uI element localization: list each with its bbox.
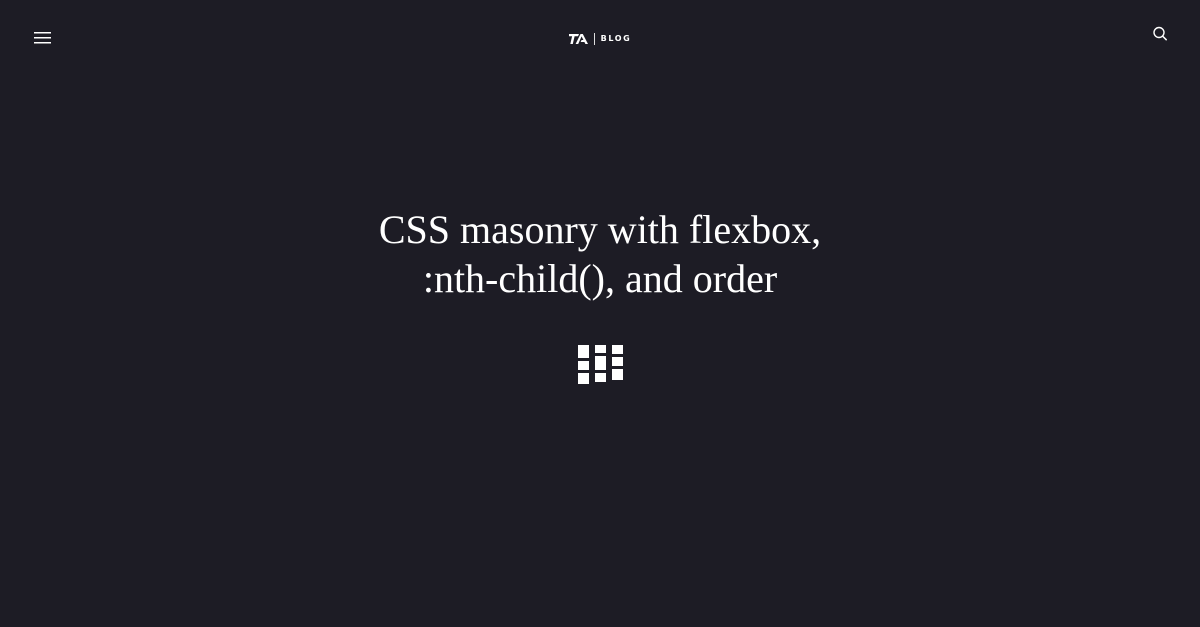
brand-divider: [593, 33, 595, 45]
ta-logo-icon: [568, 34, 588, 44]
search-icon: [1153, 26, 1167, 41]
masonry-grid-icon: [578, 345, 624, 385]
post-title: CSS masonry with flexbox, :nth-child(), …: [0, 205, 1200, 303]
post-title-line-2: :nth-child(), and order: [422, 256, 778, 301]
search-button[interactable]: [1151, 25, 1169, 43]
brand-label: BLOG: [600, 34, 632, 43]
brand-home-link[interactable]: BLOG: [0, 32, 1200, 46]
post-title-line-1: CSS masonry with flexbox,: [378, 207, 822, 252]
